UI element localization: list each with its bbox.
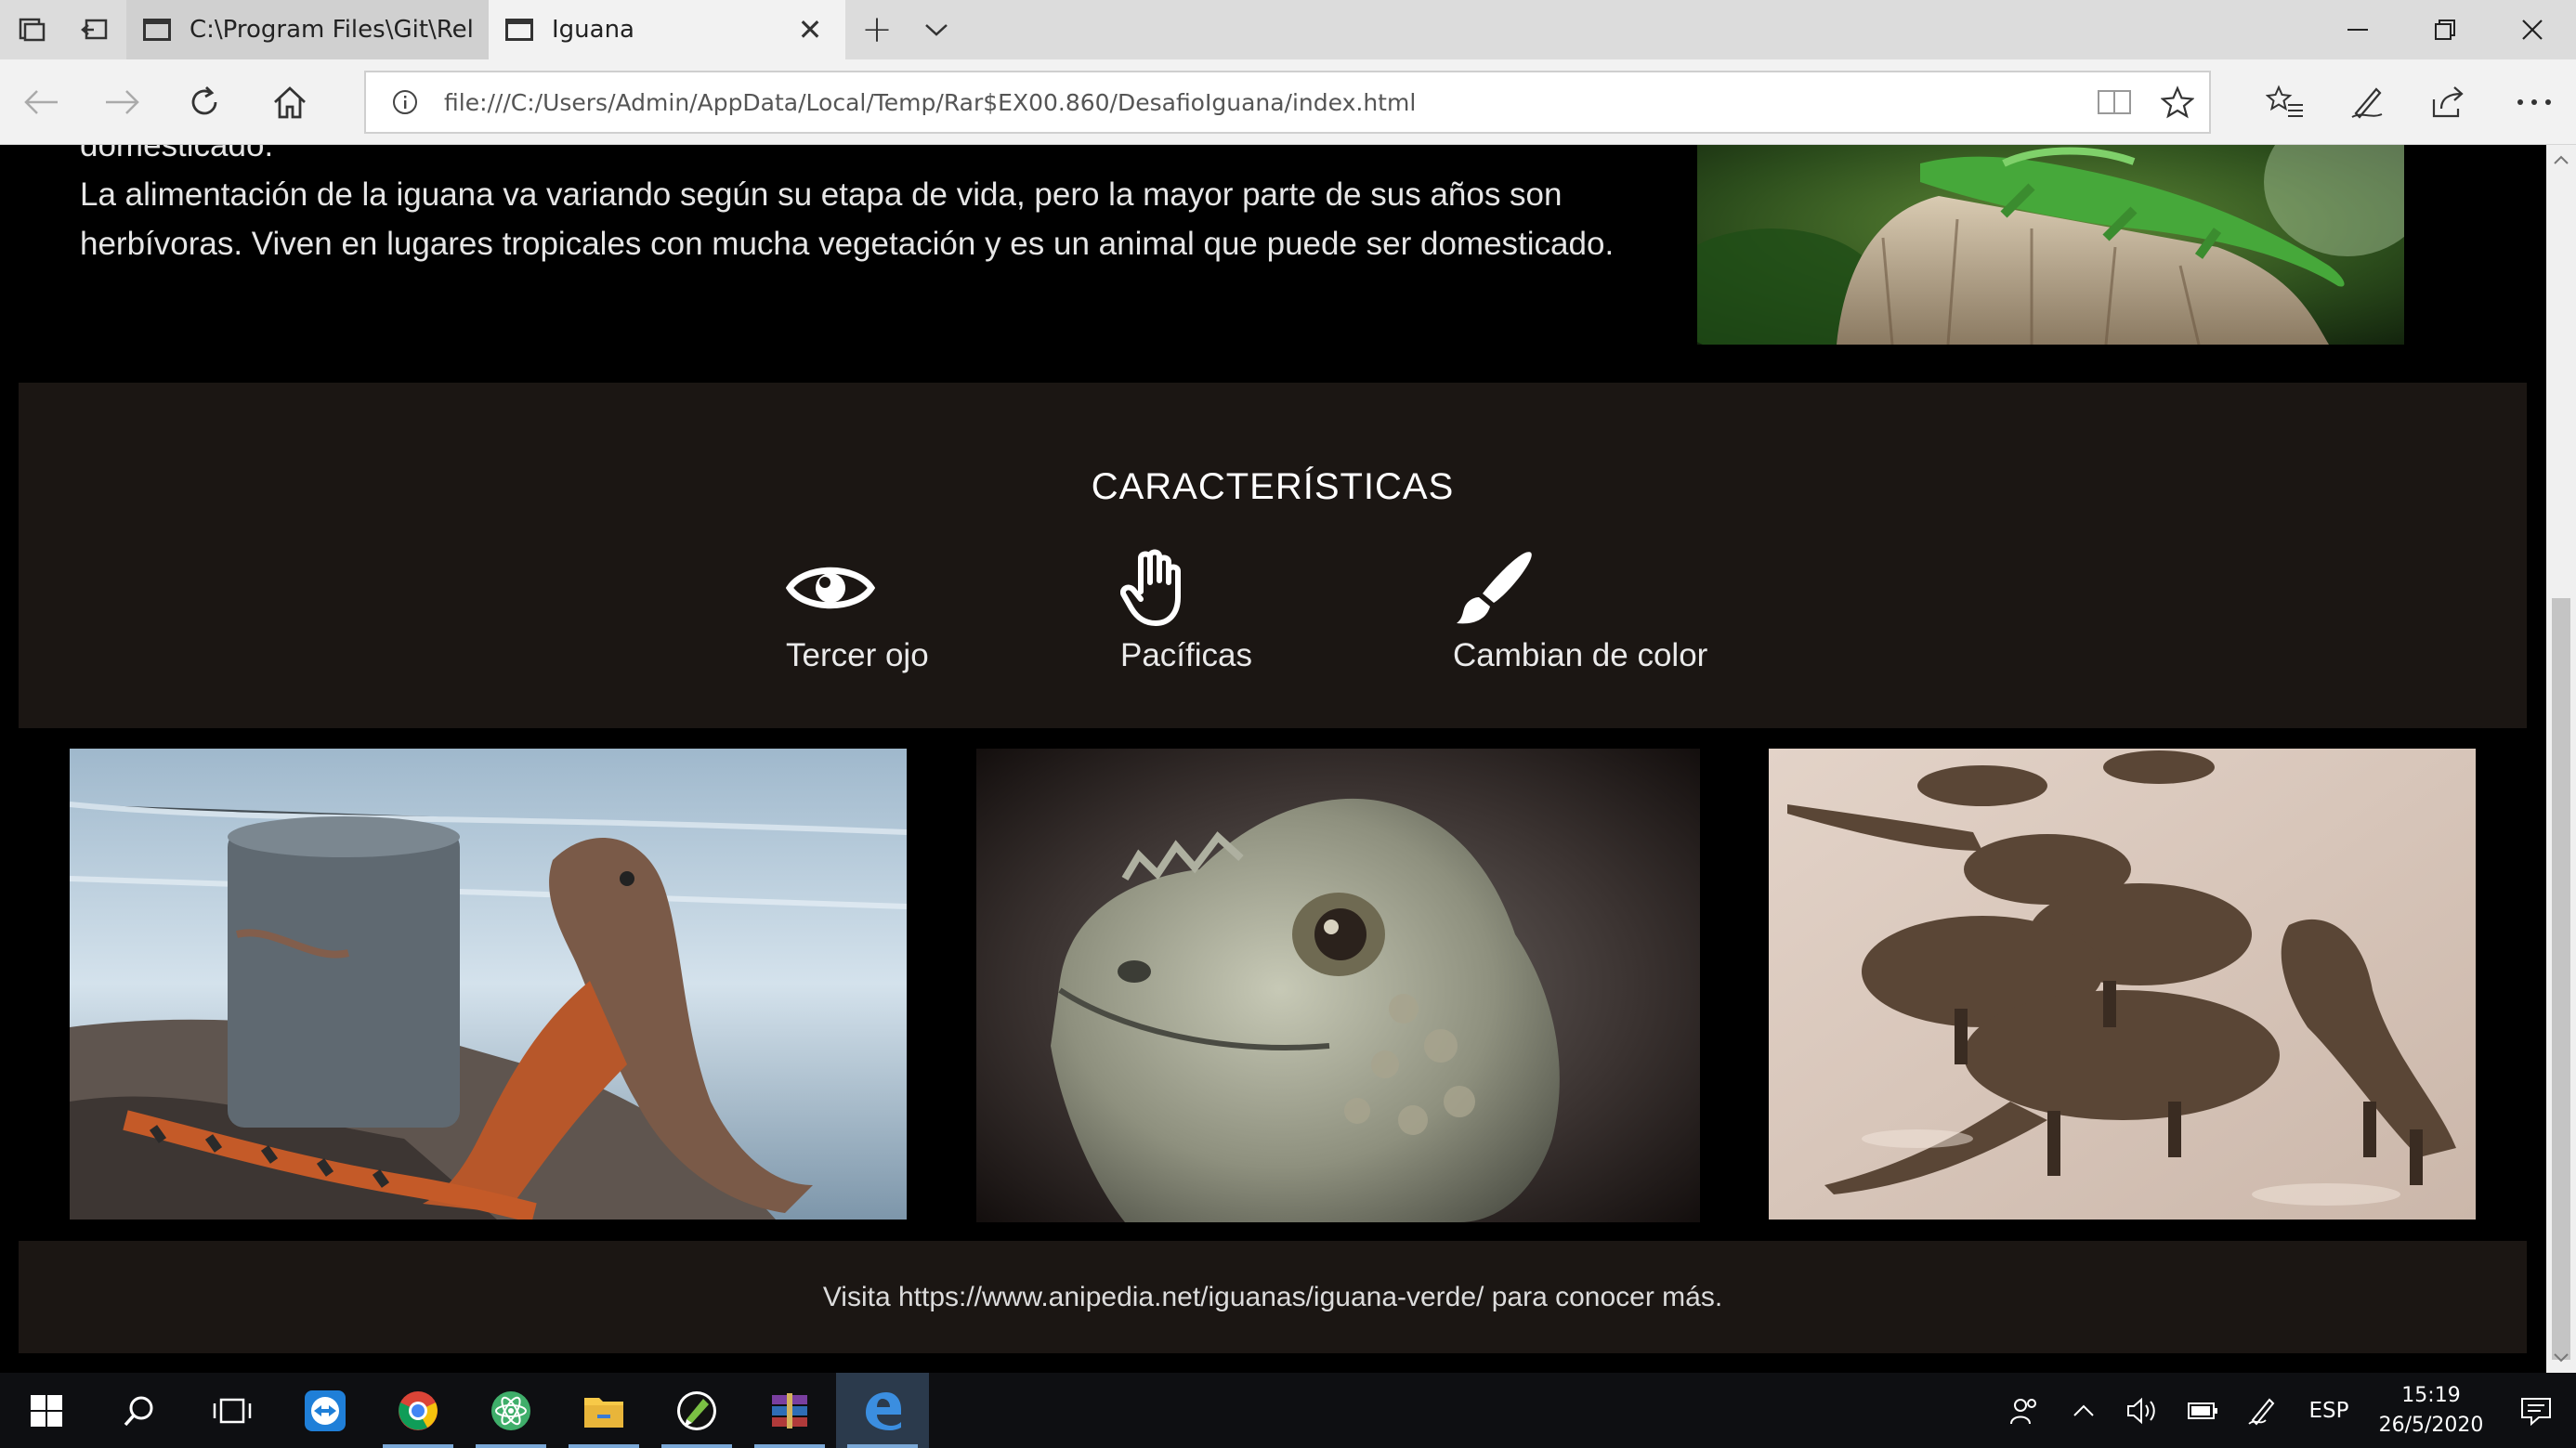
system-tray: ESP 15:19 26/5/2020 bbox=[1994, 1373, 2576, 1448]
refresh-icon[interactable] bbox=[163, 59, 245, 145]
teamviewer-icon[interactable] bbox=[279, 1373, 372, 1448]
back-arrow-icon[interactable] bbox=[0, 59, 82, 145]
edge-icon[interactable] bbox=[836, 1373, 929, 1448]
iguanas-on-sand-image bbox=[1769, 749, 2476, 1220]
feature-peaceful: Pacíficas bbox=[1120, 548, 1252, 674]
running-indicator bbox=[476, 1444, 546, 1448]
feature-label: Cambian de color bbox=[1453, 637, 1708, 673]
tab-iguana[interactable]: Iguana ✕ bbox=[489, 0, 845, 59]
scroll-thumb[interactable] bbox=[2552, 598, 2570, 1360]
features-title: CARACTERÍSTICAS bbox=[1091, 466, 1455, 507]
running-indicator bbox=[754, 1444, 825, 1448]
clock[interactable]: 15:19 26/5/2020 bbox=[2366, 1381, 2496, 1441]
new-tab-button[interactable]: + bbox=[845, 0, 909, 59]
info-icon[interactable] bbox=[366, 88, 444, 116]
battery-icon[interactable] bbox=[2173, 1401, 2232, 1421]
close-tab-icon[interactable]: ✕ bbox=[791, 12, 829, 47]
forward-arrow-icon[interactable] bbox=[82, 59, 163, 145]
window-controls bbox=[2314, 0, 2576, 59]
chrome-icon[interactable] bbox=[372, 1373, 464, 1448]
eye-icon bbox=[786, 548, 879, 628]
address-bar[interactable]: file:///C:/Users/Admin/AppData/Local/Tem… bbox=[364, 71, 2211, 134]
restore-button[interactable] bbox=[2401, 0, 2489, 59]
search-icon[interactable] bbox=[93, 1373, 186, 1448]
iguana-by-water-image bbox=[70, 749, 907, 1220]
page-icon bbox=[505, 19, 533, 41]
reading-view-icon[interactable] bbox=[2083, 88, 2146, 116]
clock-time: 15:19 bbox=[2401, 1383, 2461, 1407]
page-icon bbox=[143, 19, 171, 41]
clock-date: 26/5/2020 bbox=[2378, 1413, 2484, 1437]
feature-label: Pacíficas bbox=[1120, 637, 1252, 673]
feature-change-color: Cambian de color bbox=[1453, 548, 1707, 674]
windows-start-icon[interactable] bbox=[0, 1373, 93, 1448]
home-icon[interactable] bbox=[249, 59, 331, 145]
footer-text: Visita https://www.anipedia.net/iguanas/… bbox=[822, 1281, 1723, 1312]
share-icon[interactable] bbox=[2408, 59, 2490, 145]
hand-icon bbox=[1120, 548, 1213, 628]
tab-title: Iguana bbox=[552, 16, 634, 44]
tab-actions-icon[interactable] bbox=[0, 0, 63, 59]
notifications-icon[interactable] bbox=[2496, 1396, 2576, 1426]
running-indicator bbox=[661, 1444, 732, 1448]
green-iguana-image bbox=[1697, 145, 2404, 345]
favorite-star-icon[interactable] bbox=[2146, 85, 2209, 119]
chevron-up-icon[interactable] bbox=[2054, 1404, 2113, 1417]
favorites-hub-icon[interactable] bbox=[2244, 59, 2326, 145]
tab-title: C:\Program Files\Git\Release bbox=[190, 16, 472, 44]
intro-paragraph: La alimentación de la iguana va variando… bbox=[80, 176, 1615, 262]
inkscape-icon[interactable] bbox=[650, 1373, 743, 1448]
paintbrush-icon bbox=[1453, 548, 1546, 628]
feature-label: Tercer ojo bbox=[786, 637, 929, 673]
feature-third-eye: Tercer ojo bbox=[786, 548, 929, 674]
intro-cut-line: domesticado. bbox=[80, 145, 274, 163]
running-indicator bbox=[569, 1444, 639, 1448]
page-viewport: domesticado. La alimentación de la iguan… bbox=[0, 145, 2546, 1373]
people-icon[interactable] bbox=[1994, 1396, 2054, 1426]
scroll-up-icon[interactable] bbox=[2546, 145, 2576, 175]
set-aside-tabs-icon[interactable] bbox=[63, 0, 126, 59]
windows-taskbar: ESP 15:19 26/5/2020 bbox=[0, 1373, 2576, 1448]
volume-icon[interactable] bbox=[2113, 1397, 2173, 1425]
features-section: CARACTERÍSTICAS Tercer ojo Pacíficas Cam… bbox=[19, 383, 2527, 728]
winrar-icon[interactable] bbox=[743, 1373, 836, 1448]
pen-workspace-icon[interactable] bbox=[2232, 1396, 2292, 1426]
scroll-down-icon[interactable] bbox=[2546, 1343, 2576, 1373]
close-window-button[interactable] bbox=[2489, 0, 2576, 59]
running-indicator bbox=[847, 1444, 918, 1448]
chevron-down-icon[interactable] bbox=[909, 0, 964, 59]
minimize-button[interactable] bbox=[2314, 0, 2401, 59]
language-indicator[interactable]: ESP bbox=[2292, 1399, 2366, 1423]
file-explorer-icon[interactable] bbox=[557, 1373, 650, 1448]
intro-section: domesticado. La alimentación de la iguan… bbox=[80, 145, 1659, 268]
vertical-scrollbar[interactable] bbox=[2546, 145, 2576, 1373]
url-text[interactable]: file:///C:/Users/Admin/AppData/Local/Tem… bbox=[444, 89, 2083, 116]
browser-toolbar: file:///C:/Users/Admin/AppData/Local/Tem… bbox=[0, 59, 2576, 145]
browser-titlebar: C:\Program Files\Git\Release Iguana ✕ + bbox=[0, 0, 2576, 59]
task-view-icon[interactable] bbox=[186, 1373, 279, 1448]
tab-git-release[interactable]: C:\Program Files\Git\Release bbox=[126, 0, 489, 59]
iguana-head-closeup-image bbox=[976, 749, 1700, 1222]
pen-notes-icon[interactable] bbox=[2326, 59, 2408, 145]
page-footer: Visita https://www.anipedia.net/iguanas/… bbox=[19, 1241, 2527, 1353]
atom-icon[interactable] bbox=[464, 1373, 557, 1448]
running-indicator bbox=[383, 1444, 453, 1448]
more-options-icon[interactable] bbox=[2493, 59, 2575, 145]
